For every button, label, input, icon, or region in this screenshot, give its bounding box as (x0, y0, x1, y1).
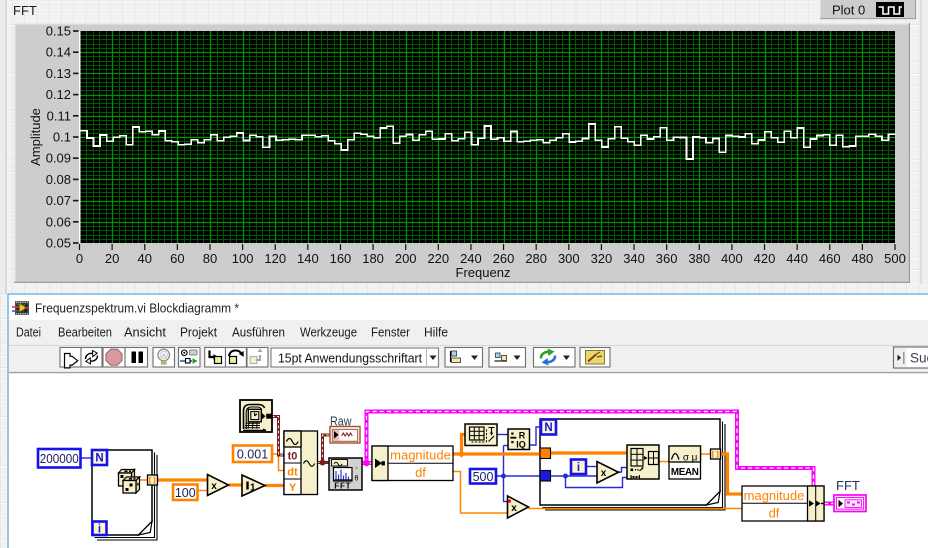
svg-text:x: x (511, 503, 517, 514)
svg-text:Bearbeiten: Bearbeiten (58, 325, 112, 340)
svg-text:500: 500 (473, 470, 494, 484)
svg-text:200: 200 (395, 251, 417, 266)
svg-text:40: 40 (138, 251, 152, 266)
svg-text:0.06: 0.06 (46, 214, 71, 229)
svg-text:380: 380 (688, 251, 710, 266)
svg-text:20: 20 (105, 251, 119, 266)
svg-text:60: 60 (170, 251, 184, 266)
svg-text:500: 500 (884, 251, 906, 266)
svg-text:0.15: 0.15 (46, 24, 71, 39)
svg-text:FFT: FFT (334, 482, 351, 491)
svg-text:260: 260 (493, 251, 515, 266)
svg-text:magnitude: magnitude (390, 448, 451, 463)
svg-text:360: 360 (656, 251, 678, 266)
svg-text:0.05: 0.05 (46, 236, 71, 251)
svg-text:160: 160 (330, 251, 352, 266)
svg-text:df: df (769, 506, 780, 521)
svg-text:0.13: 0.13 (46, 66, 71, 81)
svg-text:180: 180 (362, 251, 384, 266)
svg-text:0.07: 0.07 (46, 193, 71, 208)
svg-text:Hilfe: Hilfe (424, 325, 448, 340)
svg-text:Frequenz: Frequenz (456, 265, 511, 280)
svg-text:0.09: 0.09 (46, 151, 71, 166)
svg-text:0.14: 0.14 (46, 45, 71, 60)
svg-text:0: 0 (76, 251, 83, 266)
svg-text:x: x (601, 468, 607, 479)
svg-text:440: 440 (786, 251, 808, 266)
svg-text:0.001: 0.001 (237, 447, 268, 461)
svg-text:0.12: 0.12 (46, 87, 71, 102)
svg-text:θ: θ (355, 476, 359, 483)
svg-text:460: 460 (819, 251, 841, 266)
svg-text:Ausführen: Ausführen (232, 325, 285, 340)
svg-text:420: 420 (754, 251, 776, 266)
svg-text:280: 280 (525, 251, 547, 266)
svg-text:MEAN: MEAN (671, 467, 699, 478)
svg-text:240: 240 (460, 251, 482, 266)
svg-text:340: 340 (623, 251, 645, 266)
svg-text:IQ: IQ (516, 440, 526, 450)
svg-text:df: df (415, 465, 426, 480)
svg-text:μ: μ (692, 453, 698, 464)
svg-text:dt: dt (287, 467, 298, 479)
svg-text:x: x (211, 481, 217, 492)
svg-text:Ansicht: Ansicht (124, 325, 166, 340)
svg-text:Suchen: Suchen (910, 351, 928, 366)
svg-text:Plot 0: Plot 0 (832, 3, 865, 18)
svg-text:480: 480 (852, 251, 874, 266)
svg-text:FFT: FFT (13, 3, 37, 18)
svg-text:Projekt: Projekt (180, 325, 217, 340)
svg-text:80: 80 (203, 251, 217, 266)
svg-text:100: 100 (232, 251, 254, 266)
svg-text:magnitude: magnitude (744, 488, 805, 503)
svg-text:300: 300 (558, 251, 580, 266)
svg-text:100: 100 (175, 486, 196, 500)
svg-text:Fenster: Fenster (371, 325, 411, 340)
svg-text:N: N (95, 453, 103, 465)
svg-text:0.08: 0.08 (46, 172, 71, 187)
svg-text:0.1: 0.1 (53, 130, 71, 145)
svg-text:Datei: Datei (16, 325, 41, 340)
svg-text:t0: t0 (288, 451, 298, 463)
svg-text:0.11: 0.11 (47, 108, 71, 123)
svg-text:15pt Anwendungsschriftart: 15pt Anwendungsschriftart (278, 350, 422, 365)
svg-text:i: i (98, 523, 101, 535)
svg-text:i: i (577, 462, 580, 474)
svg-text:Y: Y (289, 482, 297, 494)
svg-text:N: N (544, 422, 552, 434)
svg-text:Frequenzspektrum.vi Blockdiagr: Frequenzspektrum.vi Blockdiagramm * (35, 301, 239, 316)
svg-text:400: 400 (721, 251, 743, 266)
svg-text:140: 140 (297, 251, 319, 266)
svg-text:σ: σ (683, 453, 690, 464)
svg-text:120: 120 (264, 251, 286, 266)
svg-text:200000: 200000 (40, 451, 79, 466)
svg-text:FFT: FFT (836, 478, 860, 493)
svg-text:220: 220 (427, 251, 449, 266)
svg-text:Amplitude: Amplitude (28, 108, 43, 166)
svg-text:1: 1 (250, 482, 256, 493)
svg-text:Werkzeuge: Werkzeuge (300, 325, 357, 340)
svg-text:320: 320 (591, 251, 613, 266)
